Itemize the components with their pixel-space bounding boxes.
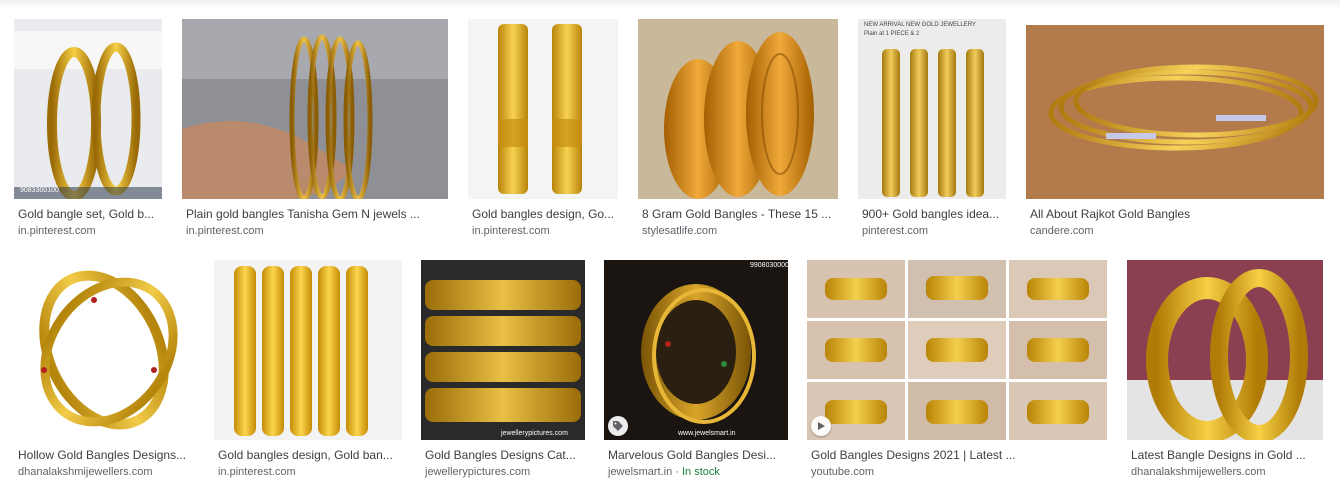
- image-result-card[interactable]: jewellerypictures.com Gold Bangles Desig…: [421, 260, 585, 486]
- price-tag-icon: [608, 416, 628, 436]
- result-thumbnail[interactable]: 9083300100: [14, 19, 162, 199]
- top-shadow: [0, 0, 1340, 8]
- result-thumbnail[interactable]: [182, 19, 448, 199]
- whatsapp-number: 9908030000: [750, 262, 788, 269]
- play-icon: [811, 416, 831, 436]
- image-result-card[interactable]: All About Rajkot Gold Bangles candere.co…: [1026, 19, 1324, 241]
- result-meta: Marvelous Gold Bangles Desi... jewelsmar…: [608, 447, 786, 480]
- result-meta: Gold Bangles Designs 2021 | Latest ... y…: [811, 447, 1105, 480]
- result-title[interactable]: Gold Bangles Designs Cat...: [425, 447, 583, 463]
- result-source[interactable]: jewellerypictures.com: [425, 465, 583, 480]
- result-title[interactable]: Hollow Gold Bangles Designs...: [18, 447, 194, 463]
- image-result-card[interactable]: Hollow Gold Bangles Designs... dhanalaks…: [14, 260, 196, 486]
- result-meta: Hollow Gold Bangles Designs... dhanalaks…: [18, 447, 194, 480]
- image-result-card[interactable]: 9083300100 Gold bangle set, Gold b... in…: [14, 19, 164, 241]
- result-source[interactable]: youtube.com: [811, 465, 1105, 480]
- result-meta: 900+ Gold bangles idea... pinterest.com: [862, 206, 1004, 239]
- result-thumbnail[interactable]: [468, 19, 618, 199]
- result-source[interactable]: candere.com: [1030, 224, 1322, 239]
- phone-watermark: 9083300100: [20, 187, 59, 194]
- result-source[interactable]: in.pinterest.com: [186, 224, 444, 239]
- result-thumbnail[interactable]: NEW ARRIVAL NEW GOLD JEWELLERY Plain at …: [858, 19, 1006, 199]
- result-title[interactable]: Gold bangles design, Go...: [472, 206, 616, 222]
- image-results-page: 9083300100 Gold bangle set, Gold b... in…: [0, 0, 1340, 498]
- result-title[interactable]: Marvelous Gold Bangles Desi...: [608, 447, 786, 463]
- result-thumbnail[interactable]: [638, 19, 838, 199]
- result-thumbnail[interactable]: 9908030000 www.jewelsmart.in: [604, 260, 788, 440]
- image-result-card[interactable]: 9908030000 www.jewelsmart.in Marvelous G…: [604, 260, 788, 486]
- result-source-row: jewelsmart.in · In stock: [608, 465, 786, 480]
- image-result-card[interactable]: Gold bangles design, Gold ban... in.pint…: [214, 260, 402, 486]
- image-result-card[interactable]: 8 Gram Gold Bangles - These 15 ... style…: [638, 19, 838, 241]
- result-meta: Latest Bangle Designs in Gold ... dhanal…: [1131, 447, 1321, 480]
- result-title[interactable]: Gold bangle set, Gold b...: [18, 206, 160, 222]
- result-meta: Plain gold bangles Tanisha Gem N jewels …: [186, 206, 444, 239]
- result-title[interactable]: 900+ Gold bangles idea...: [862, 206, 1004, 222]
- result-meta: 8 Gram Gold Bangles - These 15 ... style…: [642, 206, 836, 239]
- result-thumbnail[interactable]: [807, 260, 1107, 440]
- result-thumbnail[interactable]: [14, 260, 194, 440]
- result-title[interactable]: Latest Bangle Designs in Gold ...: [1131, 447, 1321, 463]
- result-source[interactable]: in.pinterest.com: [218, 465, 400, 480]
- result-source[interactable]: jewelsmart.in: [608, 466, 672, 478]
- result-title[interactable]: 8 Gram Gold Bangles - These 15 ...: [642, 206, 836, 222]
- image-result-card[interactable]: Plain gold bangles Tanisha Gem N jewels …: [182, 19, 448, 241]
- result-source[interactable]: dhanalakshmijewellers.com: [1131, 465, 1321, 480]
- result-thumbnail[interactable]: jewellerypictures.com: [421, 260, 585, 440]
- result-title[interactable]: Gold Bangles Designs 2021 | Latest ...: [811, 447, 1105, 463]
- separator-dot: ·: [675, 466, 679, 478]
- result-thumbnail[interactable]: [1127, 260, 1323, 440]
- result-title[interactable]: Gold bangles design, Gold ban...: [218, 447, 400, 463]
- stock-status: In stock: [681, 466, 720, 478]
- result-meta: Gold bangles design, Gold ban... in.pint…: [218, 447, 400, 480]
- image-result-card[interactable]: Gold Bangles Designs 2021 | Latest ... y…: [807, 260, 1109, 486]
- result-meta: All About Rajkot Gold Bangles candere.co…: [1030, 206, 1322, 239]
- site-watermark: jewellerypictures.com: [501, 430, 568, 437]
- image-result-card[interactable]: Gold bangles design, Go... in.pinterest.…: [468, 19, 618, 241]
- result-title[interactable]: Plain gold bangles Tanisha Gem N jewels …: [186, 206, 444, 222]
- result-title[interactable]: All About Rajkot Gold Bangles: [1030, 206, 1322, 222]
- result-source[interactable]: stylesatlife.com: [642, 224, 836, 239]
- result-source[interactable]: in.pinterest.com: [18, 224, 160, 239]
- result-source[interactable]: pinterest.com: [862, 224, 1004, 239]
- result-source[interactable]: in.pinterest.com: [472, 224, 616, 239]
- image-result-card[interactable]: Latest Bangle Designs in Gold ... dhanal…: [1127, 260, 1325, 486]
- result-thumbnail[interactable]: [214, 260, 402, 440]
- jewelsmart-watermark: www.jewelsmart.in: [678, 430, 736, 437]
- result-meta: Gold bangles design, Go... in.pinterest.…: [472, 206, 616, 239]
- result-meta: Gold bangle set, Gold b... in.pinterest.…: [18, 206, 160, 239]
- result-meta: Gold Bangles Designs Cat... jewellerypic…: [425, 447, 583, 480]
- image-result-card[interactable]: NEW ARRIVAL NEW GOLD JEWELLERY Plain at …: [858, 19, 1006, 241]
- result-thumbnail[interactable]: [1026, 25, 1324, 199]
- notice-subtext: Plain at 1 PIECE & 2: [864, 31, 920, 37]
- result-source[interactable]: dhanalakshmijewellers.com: [18, 465, 194, 480]
- notice-text: NEW ARRIVAL NEW GOLD JEWELLERY: [864, 22, 976, 28]
